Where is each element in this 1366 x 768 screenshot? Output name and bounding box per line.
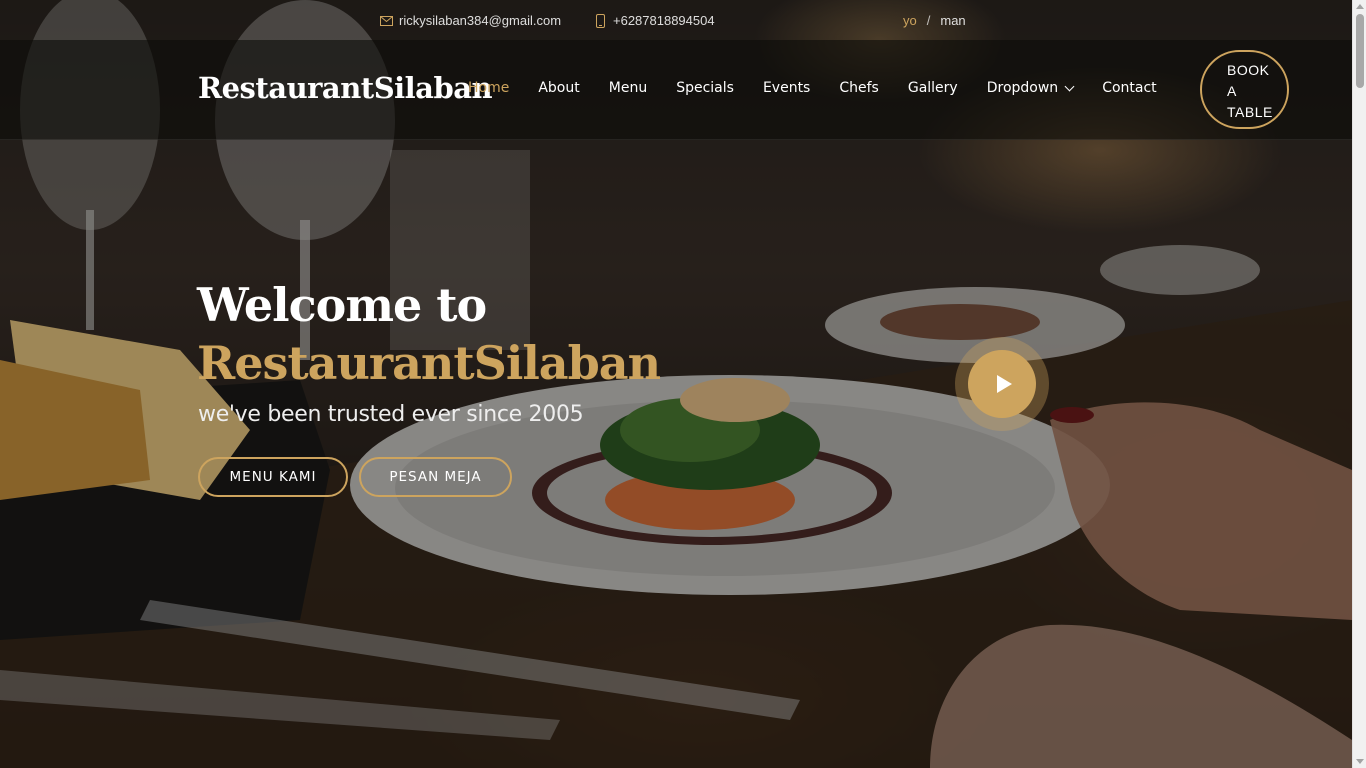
hero-subtitle: we've been trusted ever since 2005: [198, 402, 584, 427]
page-scrollbar[interactable]: [1352, 0, 1366, 768]
play-video-button[interactable]: [968, 350, 1036, 418]
nav-item-chefs[interactable]: Chefs: [839, 80, 878, 96]
site-logo[interactable]: RestaurantSilaban: [198, 71, 493, 105]
phone-text[interactable]: +6287818894504: [613, 13, 715, 28]
play-icon: [997, 375, 1012, 393]
nav-item-gallery[interactable]: Gallery: [908, 80, 958, 96]
scrollbar-thumb[interactable]: [1356, 14, 1364, 88]
scroll-down-arrow-icon[interactable]: [1356, 759, 1364, 764]
hero-title-line1: Welcome to: [197, 278, 487, 332]
nav-item-specials[interactable]: Specials: [676, 80, 734, 96]
hero-title: Welcome to RestaurantSilaban: [197, 276, 661, 392]
nav-item-menu[interactable]: Menu: [609, 80, 647, 96]
nav-item-about[interactable]: About: [538, 80, 579, 96]
book-label-line2: A: [1227, 83, 1237, 99]
hero-title-brand: RestaurantSilaban: [197, 336, 661, 390]
scroll-up-arrow-icon[interactable]: [1356, 4, 1364, 9]
nav-item-home[interactable]: Home: [468, 80, 509, 96]
chevron-down-icon: [1064, 81, 1075, 91]
phone-icon: [596, 13, 605, 28]
hero-buttons: MENU KAMI PESAN MEJA: [198, 457, 512, 497]
nav-item-contact[interactable]: Contact: [1102, 80, 1156, 96]
pesan-meja-button[interactable]: PESAN MEJA: [359, 457, 512, 497]
main-nav: Home About Menu Specials Events Chefs Ga…: [468, 80, 1157, 96]
email-text[interactable]: rickysilaban384@gmail.com: [399, 13, 561, 28]
envelope-icon: [380, 15, 393, 26]
lang-separator: /: [926, 13, 931, 28]
menu-kami-button[interactable]: MENU KAMI: [198, 457, 348, 497]
topbar: rickysilaban384@gmail.com +6287818894504…: [0, 0, 1352, 40]
lang-option-active[interactable]: yo: [903, 13, 917, 28]
site-header: RestaurantSilaban Home About Menu Specia…: [0, 40, 1352, 140]
lang-option[interactable]: man: [940, 13, 965, 28]
language-switcher: yo / man: [903, 13, 966, 28]
book-label-line3: TABLE: [1227, 104, 1273, 120]
topbar-email: rickysilaban384@gmail.com: [380, 13, 561, 28]
nav-item-dropdown[interactable]: Dropdown: [986, 80, 1075, 96]
topbar-phone: +6287818894504: [596, 13, 715, 28]
book-label-line1: BOOK: [1227, 62, 1270, 78]
nav-item-events[interactable]: Events: [763, 80, 810, 96]
book-a-table-button[interactable]: BOOK A TABLE: [1200, 50, 1289, 129]
nav-item-dropdown-label: Dropdown: [986, 80, 1059, 96]
